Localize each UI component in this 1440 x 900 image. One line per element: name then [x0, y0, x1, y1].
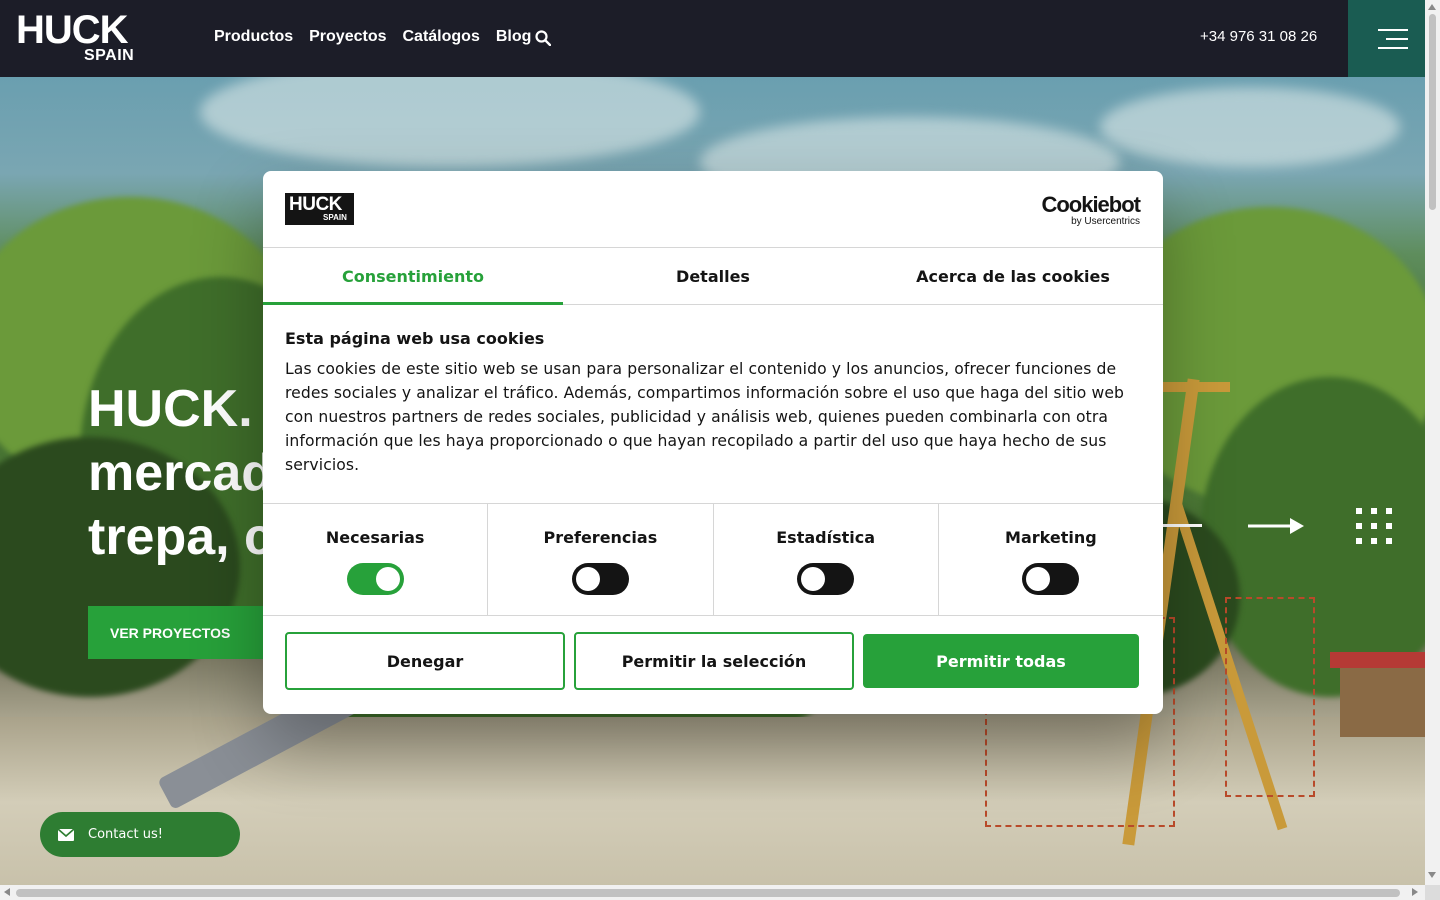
hamburger-menu-icon[interactable]	[1348, 0, 1425, 77]
net-decor	[1225, 597, 1315, 797]
nav-productos[interactable]: Productos	[214, 28, 293, 46]
scroll-down-arrow-icon[interactable]	[1428, 872, 1436, 878]
tab-acerca-de-las-cookies[interactable]: Acerca de las cookies	[863, 248, 1163, 304]
cookie-consent-dialog: HUCK SPAIN Cookiebot by Usercentrics Con…	[263, 171, 1163, 714]
category-preferencias: Preferencias	[488, 504, 714, 615]
dialog-logo-sub: SPAIN	[323, 213, 347, 222]
arrow-right-icon[interactable]	[1248, 517, 1304, 535]
scroll-up-arrow-icon[interactable]	[1428, 4, 1436, 10]
tab-detalles[interactable]: Detalles	[563, 248, 863, 304]
dialog-tabs: Consentimiento Detalles Acerca de las co…	[263, 248, 1163, 305]
envelope-icon	[58, 828, 74, 841]
view-projects-button[interactable]: VER PROYECTOS	[88, 606, 288, 659]
category-label: Marketing	[1005, 528, 1097, 547]
consent-categories: Necesarias Preferencias Estadística Mark…	[263, 503, 1163, 616]
vertical-scroll-thumb[interactable]	[1429, 14, 1436, 210]
hero-title-line: mercad	[88, 444, 273, 502]
cloud-decor	[1100, 87, 1400, 167]
sand-ground	[0, 717, 1425, 885]
category-label: Necesarias	[325, 528, 425, 547]
logo-main-text: HUCK	[16, 8, 129, 52]
dialog-huck-logo: HUCK SPAIN	[285, 193, 354, 225]
scroll-left-arrow-icon[interactable]	[4, 888, 10, 896]
consent-buttons: Denegar Permitir la selección Permitir t…	[285, 632, 1141, 690]
vertical-scrollbar[interactable]	[1425, 0, 1440, 885]
scrollbar-corner	[1425, 885, 1440, 900]
toggle-estadistica[interactable]	[797, 563, 855, 595]
consent-text: Las cookies de este sitio web se usan pa…	[285, 360, 1125, 474]
scroll-right-arrow-icon[interactable]	[1412, 888, 1418, 896]
cookiebot-sub: by Usercentrics	[1071, 216, 1140, 227]
hero-title-line: trepa, c	[88, 508, 273, 566]
nav-blog[interactable]: Blog	[496, 28, 532, 46]
site-header: HUCK SPAIN Productos Proyectos Catálogos…	[0, 0, 1425, 77]
nav-catalogos[interactable]: Catálogos	[403, 28, 480, 46]
allow-selection-button[interactable]: Permitir la selección	[574, 632, 854, 690]
allow-all-button[interactable]: Permitir todas	[863, 634, 1139, 688]
huck-logo[interactable]: HUCK SPAIN	[16, 10, 146, 66]
consent-body: Esta página web usa cookies Las cookies …	[285, 329, 1141, 477]
contact-us-label: Contact us!	[88, 827, 163, 842]
cloud-decor	[200, 77, 700, 167]
toggle-preferencias[interactable]	[571, 563, 629, 595]
tab-consentimiento[interactable]: Consentimiento	[263, 248, 563, 305]
cookiebot-name: Cookiebot	[1041, 192, 1141, 217]
category-label: Preferencias	[543, 528, 658, 547]
logo-sub-text: SPAIN	[84, 47, 135, 64]
category-label: Estadística	[776, 528, 876, 547]
cookiebot-logo[interactable]: Cookiebot by Usercentrics	[1038, 192, 1141, 227]
toggle-marketing[interactable]	[1022, 563, 1080, 595]
contact-us-button[interactable]: Contact us!	[40, 812, 240, 857]
hut-roof-decor	[1330, 652, 1425, 668]
category-necesarias: Necesarias	[263, 504, 489, 615]
category-estadistica: Estadística	[714, 504, 939, 615]
hero-title-line: HUCK.	[88, 380, 253, 438]
category-marketing: Marketing	[939, 504, 1163, 615]
search-icon[interactable]	[535, 30, 551, 46]
horizontal-scrollbar[interactable]	[0, 885, 1425, 900]
hut-decor	[1340, 667, 1425, 737]
nav-proyectos[interactable]: Proyectos	[309, 28, 386, 46]
consent-title: Esta página web usa cookies	[285, 329, 545, 348]
toggle-necesarias[interactable]	[346, 563, 404, 595]
horizontal-scroll-thumb[interactable]	[16, 889, 1400, 897]
grid-dots-icon[interactable]	[1356, 508, 1394, 546]
main-nav: Productos Proyectos Catálogos Blog	[214, 28, 531, 46]
phone-number[interactable]: +34 976 31 08 26	[1200, 28, 1317, 45]
deny-button[interactable]: Denegar	[285, 632, 565, 690]
dialog-header: HUCK SPAIN Cookiebot by Usercentrics	[263, 171, 1163, 248]
